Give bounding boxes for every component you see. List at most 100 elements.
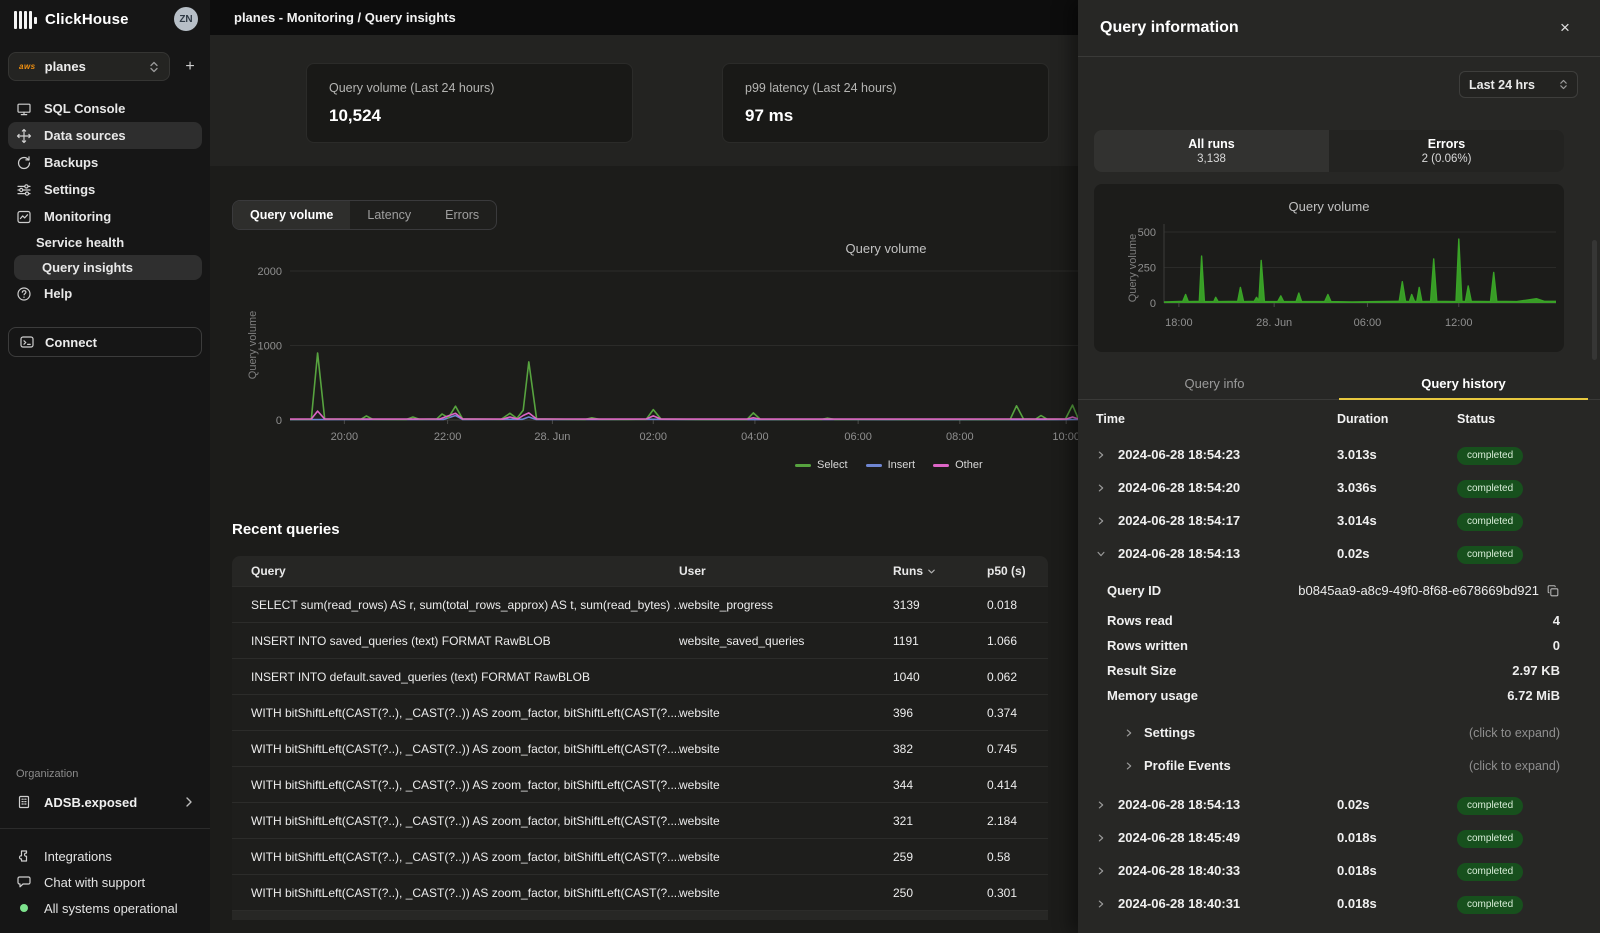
history-row[interactable]: 2024-06-28 18:54:130.02scompleted <box>1078 537 1600 570</box>
status-badge: completed <box>1457 546 1523 564</box>
expandable-profile-events[interactable]: Profile Events (click to expand) <box>1078 749 1600 782</box>
query-row[interactable]: WITH bitShiftLeft(CAST(?..), _CAST(?..))… <box>232 838 1048 874</box>
column-header-p50[interactable]: p50 (s) <box>987 564 1048 578</box>
data-sources-icon <box>16 128 32 144</box>
status-badge: completed <box>1457 830 1523 848</box>
chevron-right-icon[interactable] <box>1096 833 1106 843</box>
add-service-button[interactable]: + <box>178 55 202 79</box>
p50-cell: 0.018 <box>987 598 1048 612</box>
tab-query-volume[interactable]: Query volume <box>233 201 350 229</box>
service-selector[interactable]: aws planes <box>8 52 170 81</box>
user-cell: website <box>679 814 893 828</box>
toggle-all-runs[interactable]: All runs3,138 <box>1094 130 1329 172</box>
status-badge: completed <box>1457 896 1523 914</box>
time-range-select[interactable]: Last 24 hrs <box>1459 71 1578 98</box>
svg-text:20:00: 20:00 <box>331 431 359 443</box>
history-time: 2024-06-28 18:54:13 <box>1118 546 1240 561</box>
chevron-right-icon[interactable] <box>1096 899 1106 909</box>
detail-label: Memory usage <box>1107 688 1198 703</box>
column-header-runs[interactable]: Runs <box>893 564 987 578</box>
copy-icon[interactable] <box>1546 584 1560 598</box>
svg-text:0: 0 <box>276 415 282 427</box>
help-icon <box>16 286 32 302</box>
history-row[interactable]: 2024-06-28 18:40:310.018scompleted <box>1078 887 1600 920</box>
query-row[interactable]: INSERT INTO default.saved_queries (text)… <box>232 658 1048 694</box>
history-row[interactable]: 2024-06-28 18:40:330.018scompleted <box>1078 854 1600 887</box>
chevron-down-icon[interactable] <box>1096 549 1106 559</box>
chevron-right-icon[interactable] <box>1096 483 1106 493</box>
user-cell: website_progress <box>679 598 893 612</box>
footer-item-chat-with-support[interactable]: Chat with support <box>0 869 210 895</box>
expand-hint: (click to expand) <box>1469 759 1560 773</box>
history-row[interactable]: 2024-06-28 18:54:130.02scompleted <box>1078 788 1600 821</box>
toggle-errors[interactable]: Errors2 (0.06%) <box>1329 130 1564 172</box>
query-row[interactable]: WITH bitShiftLeft(CAST(?..), _CAST(?..))… <box>232 694 1048 730</box>
query-row[interactable]: INSERT INTO saved_queries (text) FORMAT … <box>232 622 1048 658</box>
sidebar-item-service-health[interactable]: Service health <box>8 230 202 255</box>
chevron-right-icon[interactable] <box>1096 516 1106 526</box>
close-icon[interactable]: × <box>1552 15 1578 41</box>
toggle-label: All runs <box>1188 137 1235 151</box>
query-volume-chart[interactable]: 01000200020:0022:0028. Jun02:0004:0006:0… <box>210 233 1078 483</box>
chevron-right-icon[interactable] <box>1096 450 1106 460</box>
expandable-settings[interactable]: Settings(click to expand) <box>1078 716 1600 749</box>
connect-button[interactable]: Connect <box>8 327 202 357</box>
query-row[interactable]: WITH bitShiftLeft(CAST(?..), _CAST(?..))… <box>232 730 1048 766</box>
footer-item-all-systems-operational[interactable]: All systems operational <box>0 895 210 921</box>
user-avatar[interactable]: ZN <box>174 7 198 31</box>
tab-query-history[interactable]: Query history <box>1339 368 1588 399</box>
legend-item-other[interactable]: Other <box>933 459 983 471</box>
query-row[interactable]: WITH bitShiftLeft(CAST(?..), _CAST(?..))… <box>232 766 1048 802</box>
sidebar-item-monitoring[interactable]: Monitoring <box>8 203 202 230</box>
query-cell: INSERT INTO default.saved_queries (text)… <box>251 670 679 684</box>
time-range-value: Last 24 hrs <box>1469 78 1535 92</box>
panel-query-volume-chart[interactable]: 025050018:0028. Jun06:0012:00Query volum… <box>1094 184 1564 352</box>
sidebar-item-sql-console[interactable]: SQL Console <box>8 95 202 122</box>
history-time: 2024-06-28 18:54:23 <box>1118 447 1240 462</box>
query-row[interactable]: WITH bitShiftLeft(CAST(?..), _CAST(?..))… <box>232 802 1048 838</box>
legend-item-insert[interactable]: Insert <box>866 459 916 471</box>
sidebar-item-query-insights[interactable]: Query insights <box>14 255 202 280</box>
history-row[interactable]: 2024-06-28 18:54:233.013scompleted <box>1078 438 1600 471</box>
column-header-query[interactable]: Query <box>251 564 679 578</box>
query-row[interactable]: SELECT sum(read_rows) AS r, sum(total_ro… <box>232 586 1048 622</box>
tab-errors[interactable]: Errors <box>428 201 496 229</box>
tab-latency[interactable]: Latency <box>350 201 428 229</box>
expandable-label: Profile Events <box>1144 758 1231 773</box>
sidebar-item-label: Query insights <box>42 260 133 275</box>
legend-swatch <box>933 464 949 467</box>
footer-item-integrations[interactable]: Integrations <box>0 843 210 869</box>
legend-label: Insert <box>888 459 916 471</box>
runs-errors-toggle: All runs3,138Errors2 (0.06%) <box>1094 130 1564 172</box>
detail-label: Rows written <box>1107 638 1188 653</box>
column-header-user[interactable]: User <box>679 564 893 578</box>
chevron-right-icon[interactable] <box>1096 800 1106 810</box>
history-duration: 3.014s <box>1337 513 1457 528</box>
history-row[interactable]: 2024-06-28 18:54:203.036scompleted <box>1078 471 1600 504</box>
sidebar-item-label: SQL Console <box>44 101 125 116</box>
tab-query-info[interactable]: Query info <box>1090 368 1339 399</box>
sidebar-item-backups[interactable]: Backups <box>8 149 202 176</box>
topbar: planes - Monitoring / Query insights <box>210 0 1078 35</box>
history-row[interactable]: 2024-06-28 18:45:490.018scompleted <box>1078 821 1600 854</box>
svg-text:1000: 1000 <box>258 341 282 353</box>
legend-item-select[interactable]: Select <box>795 459 848 471</box>
organization-item[interactable]: ADSB.exposed <box>0 788 210 816</box>
history-row[interactable]: 2024-06-28 18:54:173.014scompleted <box>1078 504 1600 537</box>
brand-row: ClickHouse ZN <box>0 0 210 38</box>
recent-queries-body: SELECT sum(read_rows) AS r, sum(total_ro… <box>232 586 1048 910</box>
query-row[interactable]: WITH bitShiftLeft(CAST(?..), _CAST(?..))… <box>232 874 1048 910</box>
query-cell: SELECT sum(read_rows) AS r, sum(total_ro… <box>251 598 679 612</box>
sidebar-item-settings[interactable]: Settings <box>8 176 202 203</box>
sidebar-item-label: Settings <box>44 182 95 197</box>
sidebar-item-data-sources[interactable]: Data sources <box>8 122 202 149</box>
scrollbar[interactable] <box>1592 240 1597 360</box>
chevron-right-icon[interactable] <box>1096 866 1106 876</box>
history-duration: 0.018s <box>1337 830 1457 845</box>
runs-cell: 344 <box>893 778 987 792</box>
query-volume-card: Query volume (Last 24 hours) 10,524 <box>306 63 633 143</box>
recent-queries-partial-row <box>232 910 1048 920</box>
recent-queries-header: Query User Runs p50 (s) <box>232 556 1048 586</box>
brand-name: ClickHouse <box>45 11 129 28</box>
sidebar-item-help[interactable]: Help <box>8 280 202 307</box>
